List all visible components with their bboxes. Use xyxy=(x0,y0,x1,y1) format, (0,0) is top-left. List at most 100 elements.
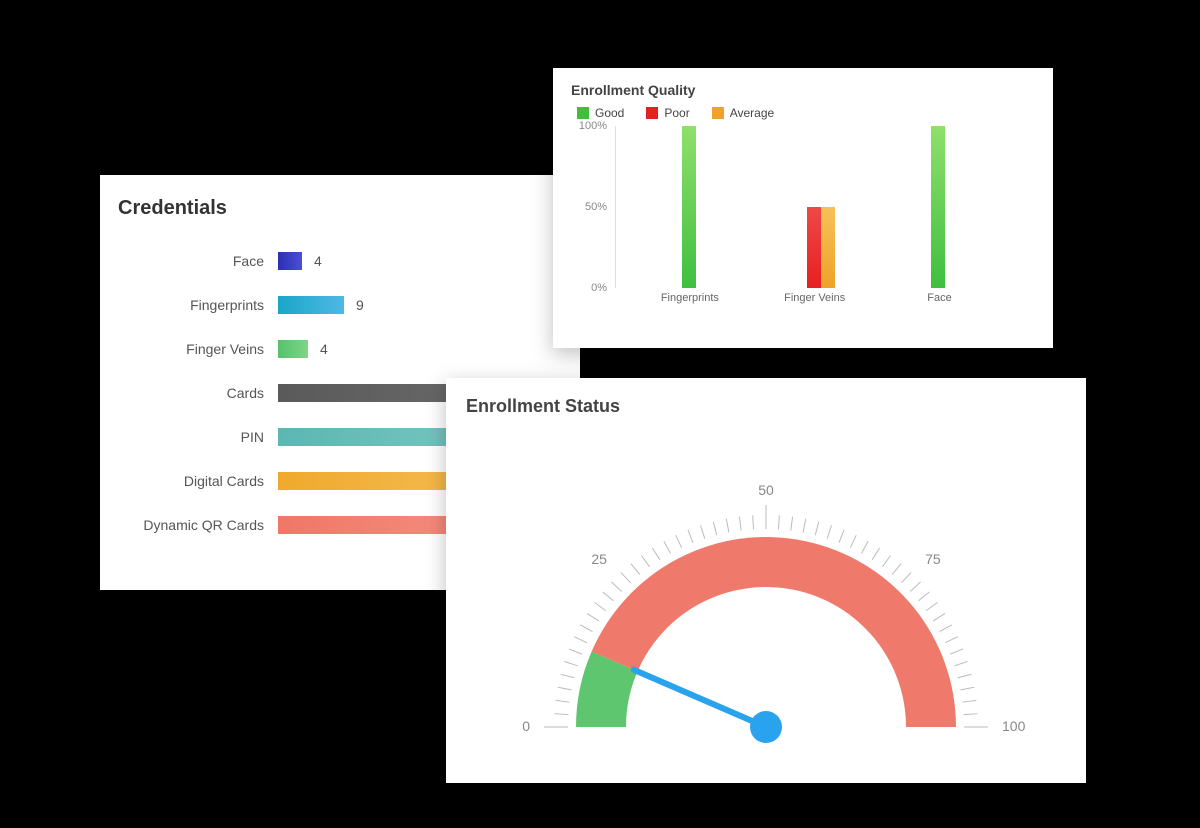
bar xyxy=(931,126,945,288)
credential-bar xyxy=(278,296,344,314)
gauge-tick xyxy=(652,548,660,560)
gauge-tick xyxy=(919,592,930,601)
gauge-tick xyxy=(861,541,868,553)
x-tick-label: Finger Veins xyxy=(784,292,845,304)
gauge-tick xyxy=(561,674,575,677)
gauge-tick xyxy=(882,555,890,566)
quality-y-axis: 100%50%0% xyxy=(577,126,611,288)
x-tick-label: Face xyxy=(927,292,951,304)
legend-item: Average xyxy=(712,106,774,120)
gauge-tick xyxy=(664,541,671,553)
gauge-tick xyxy=(940,625,952,632)
legend-swatch xyxy=(712,107,724,119)
enrollment-status-card: Enrollment Status 0255075100 xyxy=(446,378,1086,783)
gauge-tick xyxy=(641,555,649,566)
gauge-tick xyxy=(902,572,912,582)
gauge-tick xyxy=(958,674,972,677)
gauge-arc-red xyxy=(592,537,956,727)
quality-chart: 100%50%0% Fingerprints Finger Veins Face xyxy=(577,126,1035,316)
gauge-tick xyxy=(569,649,582,654)
y-tick-label: 100% xyxy=(579,120,607,132)
credential-label: Finger Veins xyxy=(118,341,278,357)
enrollment-status-title: Enrollment Status xyxy=(466,396,1066,417)
gauge-tick xyxy=(580,625,592,632)
legend-swatch xyxy=(646,107,658,119)
credential-bar xyxy=(278,252,302,270)
gauge-tick xyxy=(950,649,963,654)
y-tick-label: 50% xyxy=(585,201,607,213)
legend-label: Poor xyxy=(664,106,689,120)
legend-swatch xyxy=(577,107,589,119)
gauge-tick xyxy=(603,592,614,601)
gauge-tick xyxy=(564,661,577,665)
gauge-tick xyxy=(676,535,682,548)
quality-x-axis: Fingerprints Finger Veins Face xyxy=(615,292,1031,316)
gauge-tick xyxy=(892,564,901,575)
gauge-tick xyxy=(753,515,754,529)
credential-row: Finger Veins 4 xyxy=(118,340,580,358)
gauge-tick xyxy=(594,602,605,610)
x-tick-label: Fingerprints xyxy=(661,292,719,304)
gauge-tick xyxy=(815,522,818,536)
gauge-tick xyxy=(827,525,831,538)
bar-group xyxy=(682,126,696,288)
gauge-tick xyxy=(611,582,621,592)
gauge-tick xyxy=(926,602,937,610)
y-tick-label: 0% xyxy=(591,282,607,294)
gauge-tick xyxy=(726,519,729,533)
credential-value: 9 xyxy=(356,297,364,313)
gauge-tick xyxy=(587,613,599,621)
credentials-title: Credentials xyxy=(118,197,580,220)
credential-label: Fingerprints xyxy=(118,297,278,313)
legend-label: Good xyxy=(595,106,624,120)
bar xyxy=(821,207,835,288)
gauge-tick xyxy=(954,661,967,665)
quality-plot-area xyxy=(615,126,1031,288)
gauge-tick xyxy=(688,530,693,543)
credential-bar xyxy=(278,340,308,358)
credential-label: Face xyxy=(118,253,278,269)
bar-group xyxy=(931,126,945,288)
gauge-tick xyxy=(839,530,844,543)
gauge-tick xyxy=(945,637,958,643)
gauge-tick xyxy=(791,517,793,531)
credential-label: Digital Cards xyxy=(118,473,278,489)
bar xyxy=(682,126,696,288)
gauge-tick xyxy=(621,572,631,582)
gauge-tick-label: 0 xyxy=(522,718,530,734)
legend-item: Good xyxy=(577,106,624,120)
gauge-tick xyxy=(574,637,587,643)
gauge-tick xyxy=(713,522,716,536)
enrollment-quality-card: Enrollment Quality GoodPoorAverage 100%5… xyxy=(553,68,1053,348)
gauge-hub xyxy=(750,711,782,743)
gauge-needle xyxy=(634,670,766,727)
enrollment-quality-title: Enrollment Quality xyxy=(571,82,1035,98)
gauge-tick xyxy=(803,519,806,533)
gauge-svg: 0255075100 xyxy=(466,417,1066,757)
credential-value: 4 xyxy=(320,341,328,357)
credential-label: PIN xyxy=(118,429,278,445)
legend-item: Poor xyxy=(646,106,689,120)
gauge-tick xyxy=(558,687,572,690)
credential-value: 4 xyxy=(314,253,322,269)
gauge-tick xyxy=(964,714,978,715)
gauge-tick-label: 50 xyxy=(758,482,774,498)
gauge-tick xyxy=(872,548,880,560)
gauge-tick xyxy=(850,535,856,548)
gauge-tick xyxy=(700,525,704,538)
bar-group xyxy=(807,207,835,288)
credential-label: Dynamic QR Cards xyxy=(118,517,278,533)
quality-legend: Good Poor Average xyxy=(577,106,1035,120)
gauge-tick-label: 100 xyxy=(1002,718,1026,734)
gauge-tick xyxy=(910,582,920,592)
gauge-tick xyxy=(960,687,974,690)
gauge-tick xyxy=(933,613,945,621)
gauge-tick xyxy=(962,700,976,702)
gauge-tick-label: 75 xyxy=(925,551,941,567)
credential-row: Fingerprints 9 xyxy=(118,296,580,314)
gauge-tick xyxy=(631,564,640,575)
credential-label: Cards xyxy=(118,385,278,401)
gauge-tick xyxy=(739,517,741,531)
credential-row: Face 4 xyxy=(118,252,580,270)
gauge-tick xyxy=(556,700,570,702)
